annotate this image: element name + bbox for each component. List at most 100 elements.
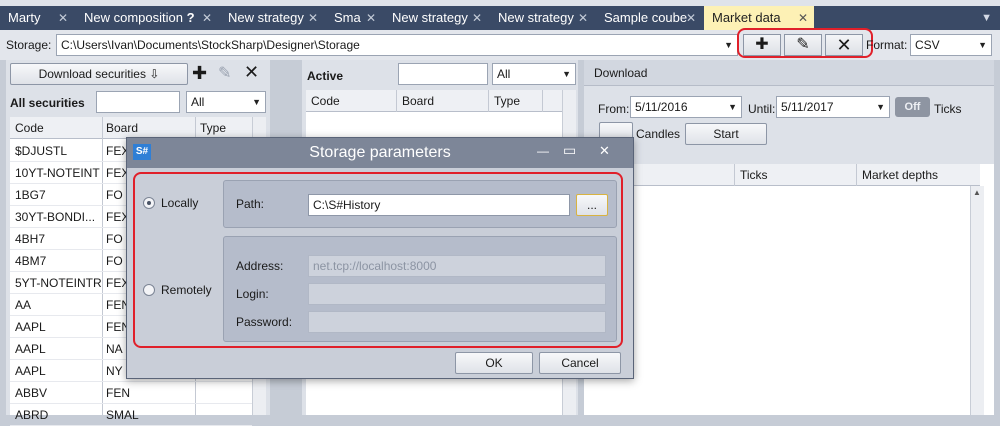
column-market-depths[interactable]: Market depths xyxy=(862,164,938,186)
add-storage-button[interactable]: ✚ xyxy=(743,34,781,56)
x-icon[interactable]: ✕ xyxy=(244,62,259,83)
chevron-down-icon[interactable]: ▼ xyxy=(981,6,992,30)
close-icon[interactable]: ✕ xyxy=(58,6,68,30)
tab-new-strategy-3[interactable]: New strategy ✕ xyxy=(490,6,594,30)
grid-header: Code Board Type xyxy=(306,90,562,112)
chevron-down-icon: ▼ xyxy=(724,40,733,50)
tab-market-data[interactable]: Market data ✕ xyxy=(704,6,814,30)
column-separator xyxy=(542,90,543,112)
format-label: Format: xyxy=(866,38,908,52)
column-code[interactable]: Code xyxy=(311,90,340,112)
path-label: Path: xyxy=(236,197,265,211)
chevron-down-icon: ▼ xyxy=(562,69,571,79)
locally-radio[interactable] xyxy=(143,197,155,209)
column-board[interactable]: Board xyxy=(106,117,138,139)
table-row[interactable]: ABBV FEN xyxy=(10,382,252,404)
from-label: From: xyxy=(598,102,630,116)
plus-icon: ✚ xyxy=(755,36,769,53)
remote-settings-group: Address: net.tcp://localhost:8000 Login:… xyxy=(223,236,617,342)
tab-sma[interactable]: Sma ✕ xyxy=(326,6,382,30)
password-label: Password: xyxy=(236,315,293,329)
minimize-icon[interactable]: — xyxy=(537,144,549,158)
column-ticks[interactable]: Ticks xyxy=(740,164,768,186)
download-icon: ⇩ xyxy=(149,67,160,81)
active-filter-select[interactable]: All ▼ xyxy=(492,63,576,85)
chevron-down-icon: ▼ xyxy=(978,40,987,50)
tab-new-strategy-2[interactable]: New strategy ✕ xyxy=(384,6,488,30)
download-securities-button[interactable]: Download securities ⇩ xyxy=(10,63,188,85)
grid-header: Ticks Market depths xyxy=(584,164,980,186)
cancel-button[interactable]: Cancel xyxy=(539,352,621,374)
plus-icon[interactable]: ✚ xyxy=(192,63,207,84)
address-label: Address: xyxy=(236,259,284,273)
start-button[interactable]: Start xyxy=(685,123,767,145)
locally-label[interactable]: Locally xyxy=(161,196,198,210)
format-select[interactable]: CSV ▼ xyxy=(910,34,992,56)
pencil-icon[interactable]: ✎ xyxy=(218,63,231,83)
active-label: Active xyxy=(307,69,344,83)
tab-sample-coube[interactable]: Sample coube ✕ xyxy=(596,6,702,30)
local-path-group: Path: C:\S#History ... xyxy=(223,180,617,228)
from-date-picker[interactable]: 5/11/2016 ▼ xyxy=(630,96,742,118)
path-input[interactable]: C:\S#History xyxy=(308,194,570,216)
storage-path-select[interactable]: C:\Users\Ivan\Documents\StockSharp\Desig… xyxy=(56,34,738,56)
close-icon[interactable]: ✕ xyxy=(686,6,696,30)
until-label: Until: xyxy=(748,102,776,116)
chevron-down-icon: ▼ xyxy=(252,97,261,107)
close-icon[interactable]: ✕ xyxy=(202,6,212,30)
market-data-grid: Ticks Market depths ▲ xyxy=(584,164,994,415)
column-code[interactable]: Code xyxy=(15,117,44,139)
close-icon[interactable]: ✕ xyxy=(798,6,808,30)
column-board[interactable]: Board xyxy=(402,90,434,112)
document-tabs: Marty ✕ New composition ? ✕ New strategy ✕ … xyxy=(0,6,1000,30)
close-icon[interactable]: ✕ xyxy=(599,143,610,159)
close-icon[interactable]: ✕ xyxy=(366,6,376,30)
address-field[interactable]: net.tcp://localhost:8000 xyxy=(308,255,606,277)
candles-label: Candles xyxy=(636,127,681,141)
storage-bar: Storage: C:\Users\Ivan\Documents\StockSh… xyxy=(0,28,1000,60)
chevron-down-icon: ▼ xyxy=(876,102,885,112)
pencil-icon: ✎ xyxy=(796,36,810,53)
column-type[interactable]: Type xyxy=(494,90,520,112)
tab-new-composition[interactable]: New composition ? ✕ xyxy=(76,6,218,30)
scroll-up-icon[interactable]: ▲ xyxy=(973,188,981,197)
ticks-toggle[interactable]: Off xyxy=(895,97,930,117)
storage-parameters-dialog: S# Storage parameters — ▭ ✕ Locally Path… xyxy=(126,137,634,379)
storage-label: Storage: xyxy=(6,38,52,52)
active-search-input[interactable] xyxy=(398,63,488,85)
maximize-icon[interactable]: ▭ xyxy=(563,142,576,159)
remotely-label[interactable]: Remotely xyxy=(161,283,212,297)
chevron-down-icon: ▼ xyxy=(728,102,737,112)
column-separator xyxy=(396,90,397,112)
ok-button[interactable]: OK xyxy=(455,352,533,374)
ticks-label: Ticks xyxy=(934,102,962,116)
table-row[interactable]: ABRD SMAL xyxy=(10,404,252,426)
vertical-scrollbar[interactable]: ▲ xyxy=(970,186,984,415)
dialog-titlebar: S# Storage parameters — ▭ ✕ xyxy=(127,138,633,168)
securities-search-input[interactable] xyxy=(96,91,180,113)
until-date-picker[interactable]: 5/11/2017 ▼ xyxy=(776,96,890,118)
column-separator xyxy=(856,164,857,186)
remotely-radio[interactable] xyxy=(143,284,155,296)
x-icon: ✕ xyxy=(836,35,852,55)
dialog-title: Storage parameters xyxy=(309,144,451,161)
tab-marty[interactable]: Marty ✕ xyxy=(0,6,74,30)
column-type[interactable]: Type xyxy=(200,117,226,139)
download-panel: Download From: 5/11/2016 ▼ Until: 5/11/2… xyxy=(584,60,994,415)
login-field[interactable] xyxy=(308,283,606,305)
tab-new-strategy-1[interactable]: New strategy ✕ xyxy=(220,6,324,30)
password-field[interactable] xyxy=(308,311,606,333)
edit-storage-button[interactable]: ✎ xyxy=(784,34,822,56)
grid-header: Code Board Type xyxy=(10,117,252,139)
all-securities-label: All securities xyxy=(10,96,85,110)
delete-storage-button[interactable]: ✕ xyxy=(825,34,863,56)
login-label: Login: xyxy=(236,287,269,301)
help-icon: ? xyxy=(186,10,195,25)
browse-button[interactable]: ... xyxy=(576,194,608,216)
securities-filter-select[interactable]: All ▼ xyxy=(186,91,266,113)
close-icon[interactable]: ✕ xyxy=(578,6,588,30)
close-icon[interactable]: ✕ xyxy=(472,6,482,30)
column-separator xyxy=(488,90,489,112)
download-header: Download xyxy=(584,60,994,86)
close-icon[interactable]: ✕ xyxy=(308,6,318,30)
